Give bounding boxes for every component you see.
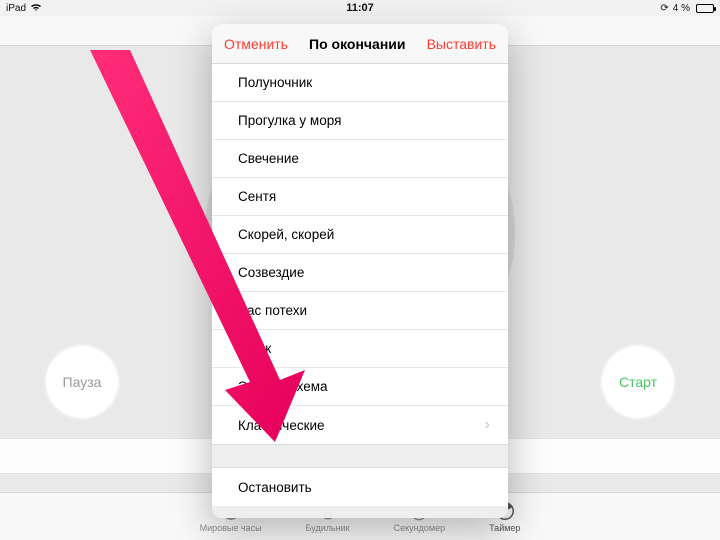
tab-label: Будильник xyxy=(306,523,350,533)
pause-button[interactable]: Пауза xyxy=(44,344,120,420)
popover-title: По окончании xyxy=(309,36,405,52)
list-item-label: Электросхема xyxy=(238,379,328,394)
stop-section: Остановить xyxy=(212,468,508,506)
list-item-label: Свечение xyxy=(238,151,299,166)
status-bar: iPad 11:07 ⟳ 4 % xyxy=(0,0,720,16)
tab-label: Мировые часы xyxy=(200,523,262,533)
list-item[interactable]: Час потехи xyxy=(212,292,508,330)
status-time: 11:07 xyxy=(346,2,374,14)
list-item-label: Прогулка у моря xyxy=(238,113,341,128)
orientation-lock-icon: ⟳ xyxy=(660,3,668,14)
wifi-icon xyxy=(30,2,42,15)
set-button[interactable]: Выставить xyxy=(427,36,496,52)
list-item-label: Шелк xyxy=(238,341,271,356)
start-button[interactable]: Старт xyxy=(600,344,676,420)
list-item-label: Сентя xyxy=(238,189,276,204)
popover-header: Отменить По окончании Выставить xyxy=(212,24,508,64)
list-item-classical[interactable]: Классические › xyxy=(212,406,508,444)
stop-playback-row[interactable]: Остановить xyxy=(212,468,508,506)
chevron-right-icon: › xyxy=(485,416,490,434)
battery-percent: 4 % xyxy=(673,3,690,14)
cancel-button[interactable]: Отменить xyxy=(224,36,288,52)
device-label: iPad xyxy=(6,3,26,14)
tab-label: Секундомер xyxy=(394,523,445,533)
list-item-label: Полуночник xyxy=(238,75,312,90)
battery-icon xyxy=(694,4,714,13)
list-item[interactable]: Полуночник xyxy=(212,64,508,102)
list-item[interactable]: Скорей, скорей xyxy=(212,216,508,254)
list-item-label: Час потехи xyxy=(238,303,307,318)
list-item-label: Классические xyxy=(238,418,325,433)
start-label: Старт xyxy=(619,374,657,390)
list-item-label: Остановить xyxy=(238,480,312,495)
list-item-label: Скорей, скорей xyxy=(238,227,334,242)
list-item-label: Созвездие xyxy=(238,265,304,280)
tab-label: Таймер xyxy=(489,523,520,533)
list-item[interactable]: Созвездие xyxy=(212,254,508,292)
list-item[interactable]: Электросхема xyxy=(212,368,508,406)
sound-picker-popover: Отменить По окончании Выставить Полуночн… xyxy=(212,24,508,518)
sound-list[interactable]: Полуночник Прогулка у моря Свечение Сент… xyxy=(212,64,508,444)
list-item[interactable]: Сентя xyxy=(212,178,508,216)
pause-label: Пауза xyxy=(63,374,102,390)
list-item[interactable]: Шелк xyxy=(212,330,508,368)
list-item[interactable]: Свечение xyxy=(212,140,508,178)
popover-footer xyxy=(212,506,508,518)
list-section-gap xyxy=(212,444,508,468)
list-item[interactable]: Прогулка у моря xyxy=(212,102,508,140)
